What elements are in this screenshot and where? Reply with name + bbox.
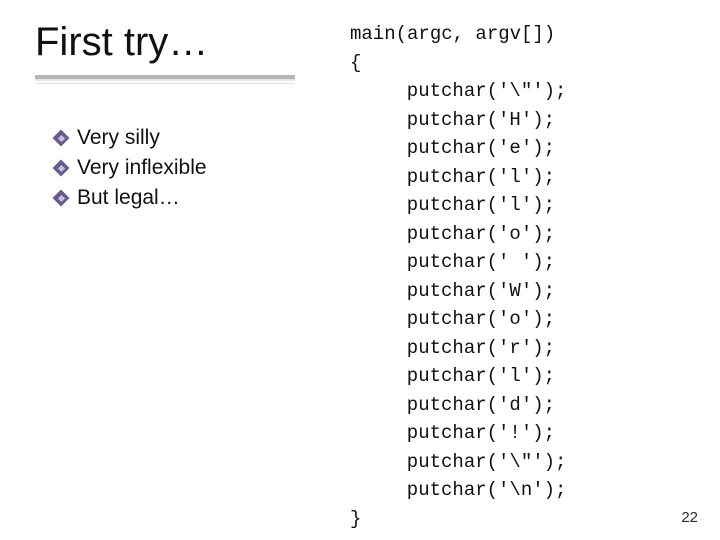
code-block: main(argc, argv[]) { putchar('\"'); putc… — [350, 20, 690, 533]
code-line: putchar('\"'); — [350, 77, 690, 106]
bullet-label: But legal… — [77, 186, 180, 210]
code-line: putchar('l'); — [350, 191, 690, 220]
code-line: putchar('o'); — [350, 220, 690, 249]
code-line: putchar('o'); — [350, 305, 690, 334]
code-line: { — [350, 49, 690, 78]
slide-title: First try… — [35, 20, 295, 71]
code-line: putchar('l'); — [350, 163, 690, 192]
code-line: putchar('l'); — [350, 362, 690, 391]
list-item: Very inflexible — [55, 156, 315, 180]
code-line: putchar('W'); — [350, 277, 690, 306]
bullet-list: Very silly Very inflexible But legal… — [55, 120, 315, 216]
code-line: putchar('H'); — [350, 106, 690, 135]
code-line: putchar('!'); — [350, 419, 690, 448]
diamond-icon — [55, 132, 67, 144]
bullet-label: Very inflexible — [77, 156, 207, 180]
bullet-label: Very silly — [77, 126, 160, 150]
code-line: main(argc, argv[]) — [350, 20, 690, 49]
list-item: But legal… — [55, 186, 315, 210]
code-line: putchar('\"'); — [350, 448, 690, 477]
code-line: putchar('r'); — [350, 334, 690, 363]
title-region: First try… — [35, 20, 295, 84]
diamond-icon — [55, 192, 67, 204]
title-underline-shadow — [35, 83, 295, 84]
title-underline — [35, 75, 295, 79]
code-line: putchar('d'); — [350, 391, 690, 420]
slide: First try… Very silly Very inflexible Bu… — [0, 0, 720, 540]
code-line: putchar('\n'); — [350, 476, 690, 505]
diamond-icon — [55, 162, 67, 174]
code-line: putchar('e'); — [350, 134, 690, 163]
code-line: putchar(' '); — [350, 248, 690, 277]
code-line: } — [350, 505, 690, 534]
list-item: Very silly — [55, 126, 315, 150]
page-number: 22 — [681, 509, 698, 526]
